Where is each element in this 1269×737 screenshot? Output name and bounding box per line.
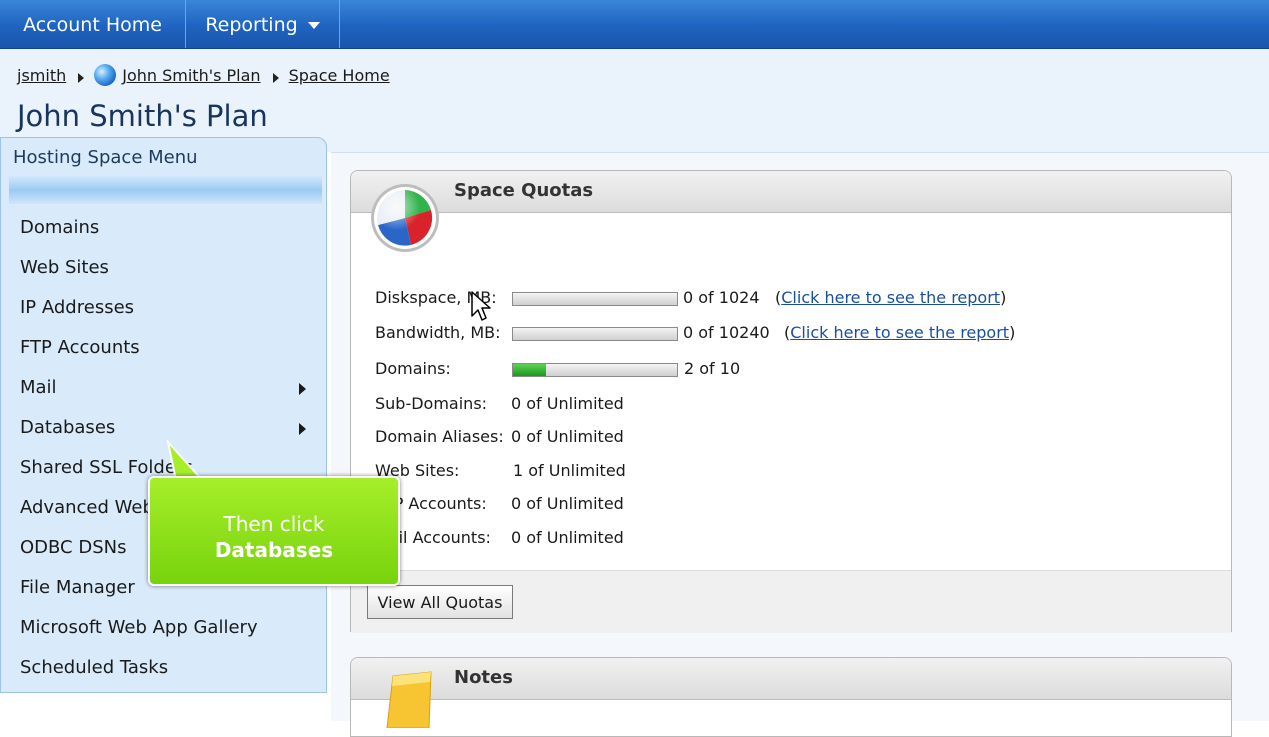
nav-reporting-label: Reporting — [205, 14, 298, 36]
quota-value-sub-domains: 0 of Unlimited — [511, 394, 624, 413]
quota-value-ftp-accounts: 0 of Unlimited — [511, 494, 624, 513]
mouse-cursor-icon — [471, 291, 491, 321]
nav-account-home[interactable]: Account Home — [0, 0, 186, 48]
quota-label-domains: Domains: — [375, 359, 451, 378]
panel-footer: View All Quotas — [351, 570, 1231, 633]
submenu-arrow-icon — [299, 423, 306, 435]
sidebar-item-label: File Manager — [20, 577, 135, 598]
quota-bar-diskspace — [512, 292, 678, 306]
sidebar-item-ip-addresses[interactable]: IP Addresses — [20, 297, 310, 327]
callout-line-2: Databases — [214, 538, 334, 562]
quota-bar-domains — [512, 363, 678, 377]
chevron-down-icon — [307, 22, 320, 29]
sidebar-header-bar — [9, 176, 322, 204]
sidebar-item-ftp-accounts[interactable]: FTP Accounts — [20, 337, 310, 367]
panel-title: Notes — [454, 667, 513, 688]
quota-bar-bandwidth — [512, 327, 678, 341]
quota-label-sub-domains: Sub-Domains: — [375, 394, 488, 413]
breadcrumb: jsmith John Smith's Plan Space Home — [17, 64, 390, 88]
quota-value-mail-accounts: 0 of Unlimited — [511, 528, 624, 547]
hosting-space-menu: Hosting Space Menu Domains Web Sites IP … — [0, 137, 327, 693]
quota-value-domains: 2 of 10 — [684, 359, 741, 378]
sidebar-item-label: Advanced Web — [20, 497, 154, 518]
notes-icon — [386, 671, 432, 728]
view-all-quotas-button[interactable]: View All Quotas — [367, 585, 513, 619]
quota-value-web-sites: 1 of Unlimited — [513, 461, 626, 480]
pie-chart-icon — [371, 184, 439, 252]
tutorial-callout: Then click Databases — [148, 476, 400, 586]
sidebar-item-web-app-gallery[interactable]: Microsoft Web App Gallery — [20, 617, 310, 647]
sidebar-item-label: FTP Accounts — [20, 337, 140, 358]
sidebar-item-mail[interactable]: Mail — [20, 377, 310, 407]
report-link[interactable]: Click here to see the report — [781, 288, 1000, 307]
sidebar-title: Hosting Space Menu — [13, 147, 198, 168]
sidebar-item-domains[interactable]: Domains — [20, 217, 310, 247]
sidebar-item-label: IP Addresses — [20, 297, 135, 318]
quota-value-diskspace: 0 of 1024 — [683, 288, 760, 307]
breadcrumb-space-home-link[interactable]: Space Home — [289, 66, 390, 85]
sidebar-item-label: Mail — [20, 377, 57, 398]
submenu-arrow-icon — [299, 383, 306, 395]
sidebar-item-scheduled-tasks[interactable]: Scheduled Tasks — [20, 657, 310, 687]
report-link-diskspace: (Click here to see the report) — [775, 288, 1007, 307]
breadcrumb-separator-icon — [272, 73, 279, 83]
nav-reporting[interactable]: Reporting — [186, 0, 340, 48]
breadcrumb-separator-icon — [78, 73, 85, 83]
quota-label-bandwidth: Bandwidth, MB: — [375, 323, 501, 342]
sidebar-item-label: ODBC DSNs — [20, 537, 127, 558]
panel-header: Notes — [351, 658, 1231, 700]
space-quotas-panel: Space Quotas Diskspace, MB: 0 of 1024 (C… — [350, 170, 1232, 633]
breadcrumb-plan-link[interactable]: John Smith's Plan — [122, 66, 260, 85]
panel-title: Space Quotas — [454, 180, 594, 201]
callout-line-1: Then click — [223, 512, 325, 536]
quota-value-domain-aliases: 0 of Unlimited — [511, 427, 624, 446]
quota-bar-fill — [513, 364, 546, 376]
panel-header: Space Quotas — [351, 171, 1231, 213]
top-nav: Account Home Reporting — [0, 0, 1269, 49]
notes-panel: Notes — [350, 657, 1232, 737]
quota-value-bandwidth: 0 of 10240 — [683, 323, 770, 342]
globe-icon — [94, 64, 117, 86]
sidebar-item-label: Domains — [20, 217, 100, 238]
sidebar-item-web-sites[interactable]: Web Sites — [20, 257, 310, 287]
sidebar-item-label: Web Sites — [20, 257, 109, 278]
report-link-bandwidth: (Click here to see the report) — [784, 323, 1016, 342]
sidebar-item-label: Microsoft Web App Gallery — [20, 617, 258, 638]
sidebar-item-label: Scheduled Tasks — [20, 657, 169, 678]
nav-account-home-label: Account Home — [23, 14, 162, 36]
sidebar-item-label: Databases — [20, 417, 116, 438]
report-link[interactable]: Click here to see the report — [790, 323, 1009, 342]
quota-label-domain-aliases: Domain Aliases: — [375, 427, 504, 446]
page-title: John Smith's Plan — [17, 99, 268, 133]
breadcrumb-user-link[interactable]: jsmith — [17, 66, 66, 85]
